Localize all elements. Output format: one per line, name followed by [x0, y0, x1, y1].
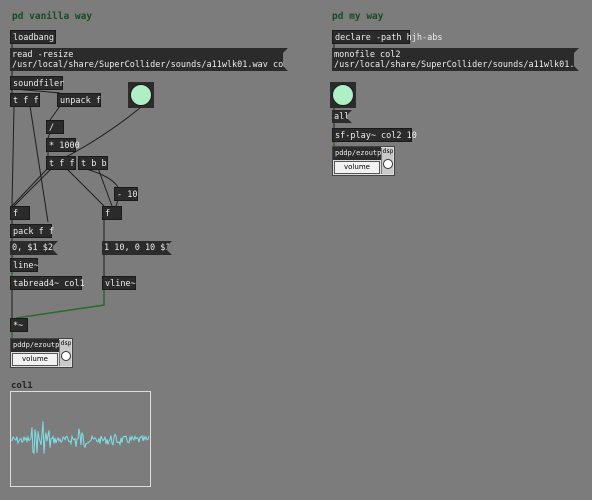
volume-slider[interactable]: volume	[334, 161, 380, 174]
patch-title-mine: pd my way	[332, 11, 384, 22]
loadbang-object[interactable]: loadbang	[10, 30, 56, 44]
unpack-object[interactable]: unpack f	[57, 93, 101, 107]
ezoutput-name: pddp/ezoutput~	[11, 339, 59, 352]
pack-object[interactable]: pack f f	[10, 224, 54, 238]
minus-10-object[interactable]: - 10	[114, 187, 138, 201]
bang-indicator	[130, 84, 152, 106]
float-object-2[interactable]: f	[102, 206, 122, 220]
bang-button-right[interactable]	[330, 82, 356, 108]
vline-tilde-object[interactable]: vline~	[102, 276, 136, 290]
waveform-line	[11, 421, 150, 455]
volume-slider[interactable]: volume	[12, 353, 58, 366]
ezoutput-right: pddp/ezoutput~ volume dsp	[332, 146, 395, 176]
ezoutput-left: pddp/ezoutput~ volume dsp	[10, 338, 73, 368]
bang-button[interactable]	[128, 82, 154, 108]
bang-indicator	[332, 84, 354, 106]
multiply-1000-object[interactable]: * 1000	[46, 138, 80, 152]
trigger-bb-object[interactable]: t b b	[78, 156, 108, 170]
tabread4-object[interactable]: tabread4~ col1	[10, 276, 85, 290]
array-col1[interactable]	[10, 391, 151, 487]
trigger-ff-object[interactable]: t f f	[10, 93, 40, 107]
float-object-1[interactable]: f	[10, 206, 30, 220]
multiply-signal-object[interactable]: *~	[10, 318, 28, 332]
patch-title-vanilla: pd vanilla way	[12, 11, 93, 22]
ezoutput-name: pddp/ezoutput~	[333, 147, 381, 160]
vline-message[interactable]: 1 10, 0 10 $1	[102, 241, 172, 255]
read-resize-message[interactable]: read -resize /usr/local/share/SuperColli…	[10, 48, 288, 71]
array-label: col1	[11, 381, 33, 391]
monofile-message[interactable]: monofile col2 /usr/local/share/SuperColl…	[332, 48, 579, 71]
sf-play-object[interactable]: sf-play~ col2 10	[332, 128, 417, 142]
dsp-label: dsp	[382, 148, 394, 155]
dsp-label: dsp	[60, 340, 72, 347]
dsp-panel: dsp	[59, 340, 71, 366]
dsp-toggle[interactable]	[383, 159, 393, 169]
dsp-panel: dsp	[381, 148, 393, 174]
trigger-ff-object-2[interactable]: t f f	[46, 156, 76, 170]
line-tilde-object[interactable]: line~	[10, 258, 39, 272]
waveform-graph	[11, 421, 150, 455]
divide-object[interactable]: /	[46, 120, 64, 134]
declare-object[interactable]: declare -path hjh-abs	[332, 30, 442, 44]
dsp-toggle[interactable]	[61, 351, 71, 361]
soundfiler-object[interactable]: soundfiler	[10, 76, 64, 90]
ramp-message[interactable]: 0, $1 $2	[10, 241, 58, 255]
